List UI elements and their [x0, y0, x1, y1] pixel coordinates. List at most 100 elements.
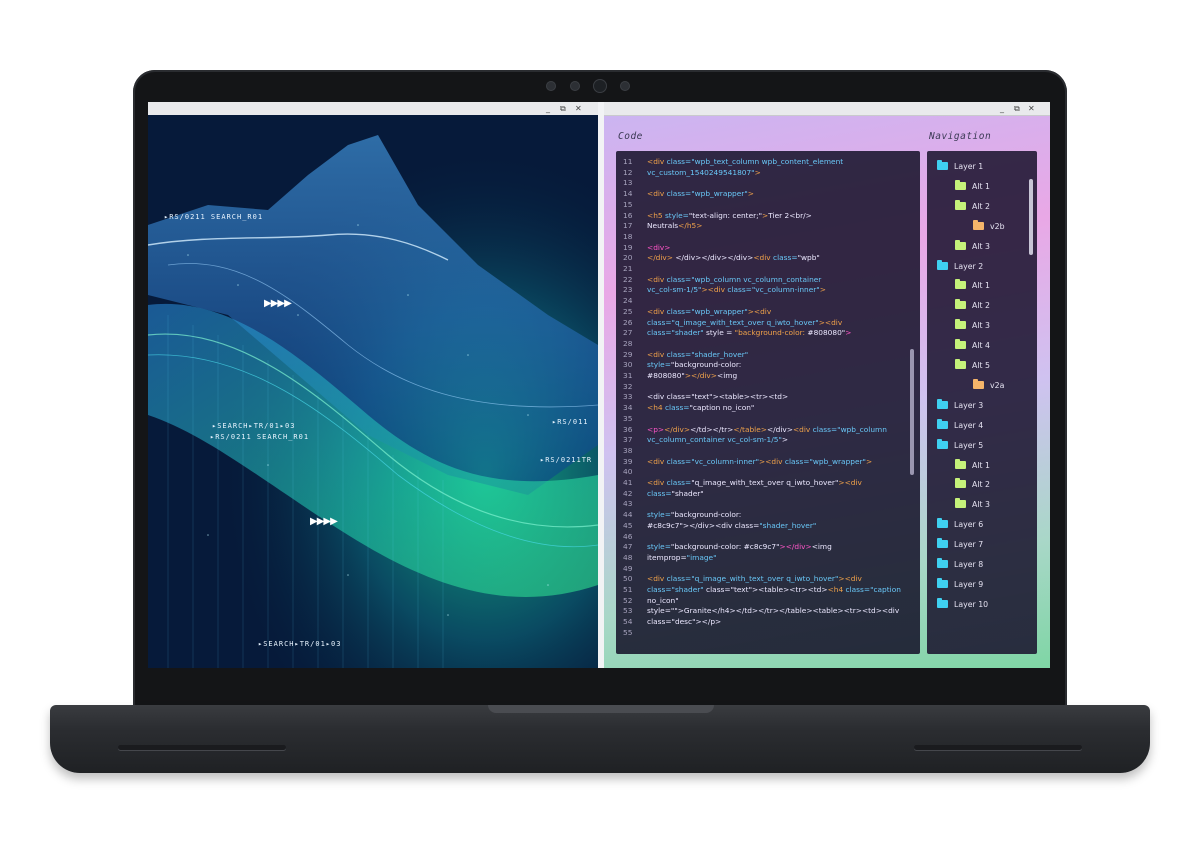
left-window: _ ⧉ ✕ ▸RS/0211 SEARCH_R01 ▸SEARCH▸TR/01▸…: [148, 102, 598, 668]
code-line[interactable]: 27 class="shader" style = "background-col…: [616, 327, 916, 338]
nav-tree-item[interactable]: Layer 3: [937, 398, 983, 413]
code-text: <div class="wpb_text_column wpb_content_…: [647, 157, 844, 166]
nav-tree-item[interactable]: v2b: [973, 219, 1005, 234]
minimize-button[interactable]: _: [546, 102, 550, 115]
folder-icon: [955, 239, 966, 250]
code-line[interactable]: 22 <div class="wpb_column vc_column_conta…: [616, 274, 916, 285]
navigation-tree[interactable]: Layer 1 Alt 1 Alt 2 v2b Alt 3 Layer 2 Alt 1 Alt…: [927, 151, 1037, 654]
code-line[interactable]: 24: [616, 295, 916, 306]
nav-tree-item[interactable]: Alt 5: [955, 359, 990, 373]
nav-tree-item[interactable]: Alt 2: [955, 299, 990, 313]
code-line[interactable]: 44 style="background-color:: [616, 509, 916, 520]
code-line[interactable]: 26 class="q_image_with_text_over q_iwto_h…: [616, 317, 916, 328]
nav-tree-item[interactable]: Layer 4: [937, 418, 983, 433]
code-line[interactable]: 42 class="shader": [616, 488, 916, 499]
code-line[interactable]: 13: [616, 177, 916, 188]
line-number: 40: [623, 467, 633, 477]
speaker-grille: [914, 745, 1082, 750]
code-line[interactable]: 43: [616, 498, 916, 509]
code-line[interactable]: 11 <div class="wpb_text_column wpb_conte…: [616, 156, 916, 167]
code-editor[interactable]: 11 <div class="wpb_text_column wpb_conte…: [616, 151, 920, 654]
code-line[interactable]: 32: [616, 381, 916, 392]
code-line[interactable]: 28: [616, 338, 916, 349]
code-line[interactable]: 21: [616, 263, 916, 274]
code-line[interactable]: 55: [616, 627, 916, 638]
nav-tree-item[interactable]: Layer 1: [937, 160, 983, 174]
code-line[interactable]: 14 <div class="wpb_wrapper">: [616, 188, 916, 199]
code-line[interactable]: 38: [616, 445, 916, 456]
nav-tree-item[interactable]: v2a: [973, 378, 1004, 393]
nav-tree-item[interactable]: Alt 2: [955, 199, 990, 214]
code-line[interactable]: 54 class="desc"></p>: [616, 616, 916, 627]
maximize-button[interactable]: ⧉: [1014, 102, 1020, 115]
code-line[interactable]: 49: [616, 563, 916, 574]
nav-tree-item[interactable]: Layer 6: [937, 518, 983, 532]
code-line[interactable]: 20 </div> </div></div></div><div class="w…: [616, 252, 916, 263]
code-line[interactable]: 33 <div class="text"><table><tr><td>: [616, 391, 916, 402]
code-line[interactable]: 16 <h5 style="text-align: center;">Tier 2…: [616, 210, 916, 221]
code-line[interactable]: 19 <div>: [616, 242, 916, 253]
folder-icon: [955, 299, 966, 310]
code-scrollbar[interactable]: [910, 349, 914, 475]
nav-tree-item[interactable]: Layer 2: [937, 259, 983, 274]
line-number: 42: [623, 488, 633, 498]
code-line[interactable]: 37 vc_column_container vc_col-sm-1/5">: [616, 434, 916, 445]
code-line[interactable]: 25 <div class="wpb_wrapper"><div: [616, 306, 916, 317]
nav-tree-item[interactable]: Alt 1: [955, 279, 990, 293]
code-line[interactable]: 12 vc_custom_1540249541807">: [616, 167, 916, 178]
code-line[interactable]: 18: [616, 231, 916, 242]
folder-icon: [955, 179, 966, 190]
code-line[interactable]: 30 style="background-color:: [616, 359, 916, 370]
nav-tree-item[interactable]: Alt 1: [955, 179, 990, 194]
code-line[interactable]: 50 <div class="q_image_with_text_over q_i…: [616, 573, 916, 584]
code-line[interactable]: 52 no_icon": [616, 595, 916, 606]
nav-tree-item[interactable]: Alt 4: [955, 339, 990, 353]
minimize-button[interactable]: _: [1000, 102, 1004, 115]
code-line[interactable]: 48 itemprop="image": [616, 552, 916, 563]
line-number: 31: [623, 371, 633, 380]
close-button[interactable]: ✕: [575, 102, 582, 115]
code-line[interactable]: 45 #c8c9c7"></div><div class="shader_hove…: [616, 520, 916, 531]
hud-label: ▸RS/0211 SEARCH_R01: [164, 213, 264, 221]
navigation-scrollbar[interactable]: [1029, 179, 1033, 255]
code-line[interactable]: 47 style="background-color: #c8c9c7"></di…: [616, 541, 916, 552]
code-line[interactable]: 17 Neutrals</h5>: [616, 220, 916, 231]
code-text: <h4 class="caption no_icon": [647, 403, 755, 413]
nav-tree-item[interactable]: Layer 7: [937, 538, 983, 552]
nav-tree-item[interactable]: Layer 8: [937, 558, 983, 572]
nav-tree-item[interactable]: Alt 3: [955, 319, 990, 333]
close-button[interactable]: ✕: [1028, 102, 1035, 115]
right-window-titlebar: _ ⧉ ✕: [604, 102, 1050, 116]
line-number: 30: [623, 360, 633, 370]
code-line[interactable]: 36 <p></div></td></tr></table></div><div …: [616, 424, 916, 435]
code-line[interactable]: 41 <div class="q_image_with_text_over q_i…: [616, 477, 916, 488]
hud-label: ▸SEARCH▸TR/01▸03: [258, 640, 342, 648]
code-line[interactable]: 15: [616, 199, 916, 210]
code-line[interactable]: 29 <div class="shader_hover": [616, 349, 916, 360]
line-number: 55: [623, 627, 633, 637]
code-line[interactable]: 34 <h4 class="caption no_icon": [616, 402, 916, 413]
code-text: class="q_image_with_text_over q_iwto_hov…: [647, 317, 843, 327]
nav-tree-item[interactable]: Alt 3: [955, 498, 990, 512]
code-line[interactable]: 46: [616, 531, 916, 542]
maximize-button[interactable]: ⧉: [560, 102, 566, 115]
nav-tree-item[interactable]: Layer 10: [937, 597, 988, 612]
nav-tree-item[interactable]: Alt 3: [955, 239, 990, 254]
code-line[interactable]: 51 class="shader" class="text"><table><tr…: [616, 584, 916, 595]
folder-icon: [955, 339, 966, 350]
code-line[interactable]: 23 vc_col-sm-1/5"><div class="vc_column-i…: [616, 284, 916, 295]
code-text: itemprop="image": [647, 552, 717, 562]
line-number: 26: [623, 317, 633, 327]
nav-tree-item[interactable]: Alt 1: [955, 458, 990, 473]
nav-item-label: Alt 3: [972, 321, 990, 331]
code-line[interactable]: 53 style="">Granite</h4></td></tr></table…: [616, 605, 916, 616]
nav-tree-item[interactable]: Alt 2: [955, 478, 990, 492]
nav-tree-item[interactable]: Layer 9: [937, 577, 983, 592]
code-line[interactable]: 35: [616, 413, 916, 424]
line-number: 12: [623, 167, 633, 177]
code-line[interactable]: 40: [616, 466, 916, 477]
nav-tree-item[interactable]: Layer 5: [937, 438, 983, 453]
code-line[interactable]: 31 #808080"></div><img: [616, 370, 916, 381]
screen: _ ⧉ ✕ ▸RS/0211 SEARCH_R01 ▸SEARCH▸TR/01▸…: [148, 102, 1050, 668]
code-line[interactable]: 39 <div class="vc_column-inner"><div clas…: [616, 456, 916, 467]
